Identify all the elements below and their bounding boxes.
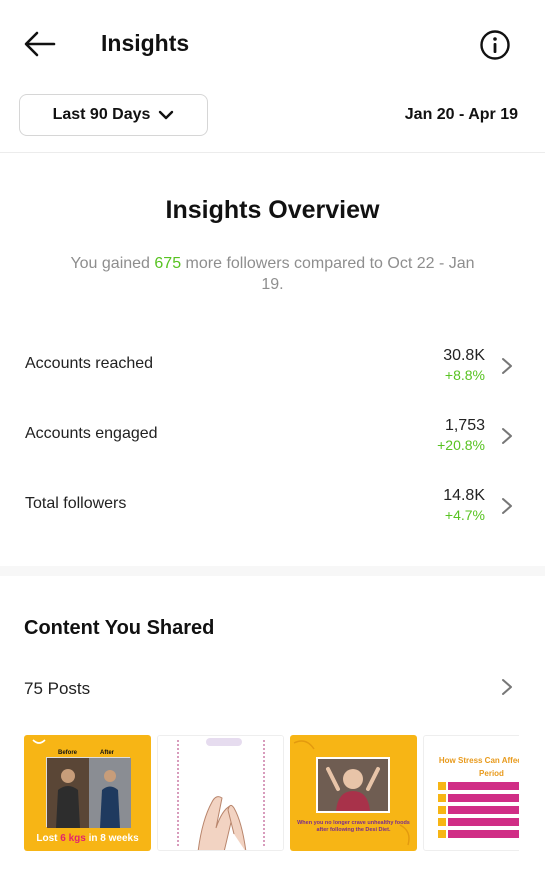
- before-after-photo: [46, 757, 131, 828]
- metric-label: Accounts reached: [25, 355, 154, 372]
- overview-title: Insights Overview: [165, 196, 380, 224]
- smile-decoration-icon: [32, 739, 46, 744]
- metric-change: +8.8%: [444, 367, 485, 383]
- weight-loss-caption: Lost 6 kgs in 8 weeks: [24, 833, 151, 844]
- list-bar: [448, 818, 519, 826]
- stress-period-title: How Stress Can Affect Your Period: [438, 756, 519, 778]
- metric-label: Accounts engaged: [25, 425, 158, 442]
- chevron-right-icon: [502, 498, 512, 514]
- list-marker: [438, 818, 446, 826]
- posts-count-label: 75 Posts: [24, 679, 91, 698]
- page-title: Insights: [101, 30, 190, 56]
- caption-prefix: Lost: [36, 833, 61, 844]
- header-bar: Insights: [0, 0, 545, 90]
- divider: [0, 152, 545, 153]
- follower-gain-count: 675: [154, 255, 182, 272]
- list-marker: [438, 794, 446, 802]
- metric-change: +4.7%: [444, 507, 485, 523]
- section-divider: [0, 566, 545, 576]
- info-icon[interactable]: [479, 29, 511, 61]
- list-marker: [438, 806, 446, 814]
- post-photo: [316, 757, 390, 813]
- desi-diet-caption: When you no longer crave unhealthy foods…: [297, 820, 410, 833]
- chevron-right-icon: [502, 428, 512, 444]
- metric-label: Total followers: [25, 495, 127, 512]
- chevron-right-icon: [502, 358, 512, 374]
- back-arrow-icon[interactable]: [22, 28, 58, 60]
- list-marker: [438, 830, 446, 838]
- list-bar: [448, 794, 519, 802]
- posts-row[interactable]: 75 Posts: [0, 670, 545, 706]
- caption-suffix: in 8 weeks: [85, 833, 139, 844]
- metric-row-accounts-reached[interactable]: Accounts reached 30.8K +8.8%: [0, 347, 545, 397]
- overview-subtitle-suffix: more followers compared to Oct 22 - Jan …: [181, 255, 475, 293]
- date-range-text: Jan 20 - Apr 19: [404, 106, 518, 123]
- list-bar: [448, 830, 519, 838]
- post-thumbnail-desi-diet[interactable]: When you no longer crave unhealthy foods…: [290, 735, 417, 851]
- metric-row-total-followers[interactable]: Total followers 14.8K +4.7%: [0, 487, 545, 537]
- chevron-down-icon: [159, 110, 174, 120]
- metric-change: +20.8%: [437, 437, 485, 453]
- post-thumbnail-hands[interactable]: [157, 735, 284, 851]
- before-label: Before: [58, 750, 78, 756]
- caption-highlight: 6 kgs: [60, 833, 86, 844]
- list-bar: [448, 806, 519, 814]
- list-bar: [448, 782, 519, 790]
- list-marker: [438, 782, 446, 790]
- metric-value: 1,753: [444, 417, 485, 434]
- overview-subtitle-prefix: You gained: [70, 255, 155, 272]
- content-section-title: Content You Shared: [24, 617, 215, 639]
- metric-value: 14.8K: [443, 487, 485, 504]
- post-thumbnail-stress-period[interactable]: How Stress Can Affect Your Period: [423, 735, 519, 851]
- metric-value: 30.8K: [443, 347, 485, 364]
- date-range-dropdown-label: Last 90 Days: [52, 106, 151, 123]
- post-thumbnail-weight-loss[interactable]: Before After Lost 6 kgs in 8 weeks: [24, 735, 151, 851]
- chevron-right-icon: [502, 679, 512, 695]
- hands-illustration: [158, 736, 283, 850]
- after-label: After: [100, 750, 115, 756]
- metric-row-accounts-engaged[interactable]: Accounts engaged 1,753 +20.8%: [0, 417, 545, 467]
- post-thumbnails: Before After Lost 6 kgs in 8 weeks When …: [24, 735, 519, 851]
- overview-subtitle: You gained 675 more followers compared t…: [60, 253, 485, 295]
- date-range-dropdown[interactable]: Last 90 Days: [19, 94, 208, 136]
